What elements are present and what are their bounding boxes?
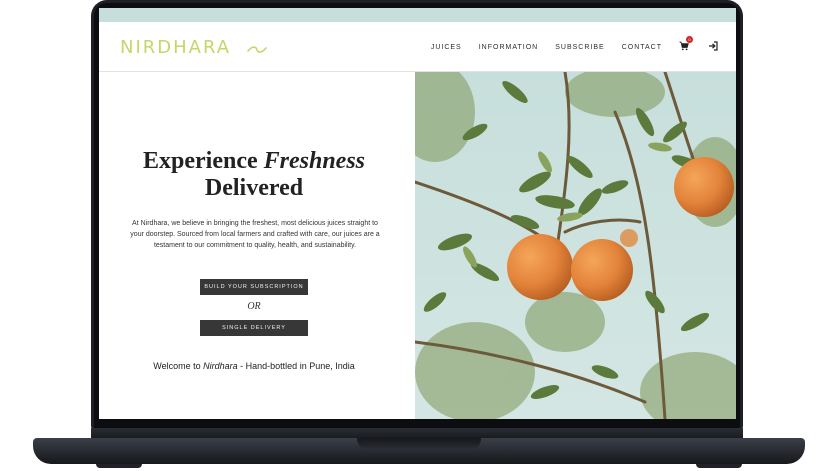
- hero-title: Experience Freshness Delivered: [99, 148, 409, 202]
- orange-fruit: [507, 234, 573, 300]
- cart-button[interactable]: 0: [679, 36, 693, 53]
- hero-description: At Nirdhara, we believe in bringing the …: [130, 220, 380, 249]
- nav-item-information[interactable]: INFORMATION: [479, 44, 538, 51]
- build-subscription-button[interactable]: BUILD YOUR SUBSCRIPTION: [200, 279, 308, 295]
- welcome-prefix: Welcome to: [153, 361, 201, 371]
- nav-item-juices[interactable]: JUICES: [431, 44, 462, 51]
- nav-item-subscribe[interactable]: SUBSCRIBE: [555, 44, 604, 51]
- sign-in-icon: [709, 41, 718, 51]
- hero-title-line2: Delivered: [204, 175, 304, 201]
- single-delivery-button[interactable]: SINGLE DELIVERY: [200, 320, 308, 336]
- logo-wave-icon: [247, 46, 267, 53]
- nav-item-contact[interactable]: CONTACT: [622, 44, 662, 51]
- laptop-foot-left: [96, 464, 142, 468]
- laptop-notch: [357, 438, 481, 449]
- welcome-text: Welcome to Nirdhara - Hand-bottled in Pu…: [99, 361, 409, 371]
- orange-fruit: [674, 157, 734, 217]
- hero-title-emphasis: Freshness: [263, 148, 365, 174]
- site-header: NIRDHARA JUICES INFORMATION SUBSCRIBE CO…: [99, 22, 736, 72]
- laptop-screen: NIRDHARA JUICES INFORMATION SUBSCRIBE CO…: [99, 8, 736, 419]
- orange-fruit: [620, 229, 638, 247]
- laptop-foot-right: [696, 464, 742, 468]
- announcement-band: [99, 8, 736, 22]
- or-separator: OR: [247, 301, 261, 312]
- hero-text-panel: Experience Freshness Delivered At Nirdha…: [99, 72, 415, 419]
- brand-logo[interactable]: NIRDHARA: [120, 37, 231, 58]
- cart-count-badge: 0: [686, 36, 693, 43]
- welcome-suffix: - Hand-bottled in Pune, India: [240, 361, 355, 371]
- orange-tree-illustration: [415, 72, 736, 419]
- hero-title-part1: Experience: [142, 148, 258, 174]
- login-button[interactable]: [708, 41, 720, 53]
- orange-fruit: [571, 239, 633, 301]
- welcome-brand: Nirdhara: [203, 361, 238, 371]
- main-nav: JUICES INFORMATION SUBSCRIBE CONTACT 0: [414, 36, 720, 53]
- hero-orange-tree-image: [415, 72, 736, 419]
